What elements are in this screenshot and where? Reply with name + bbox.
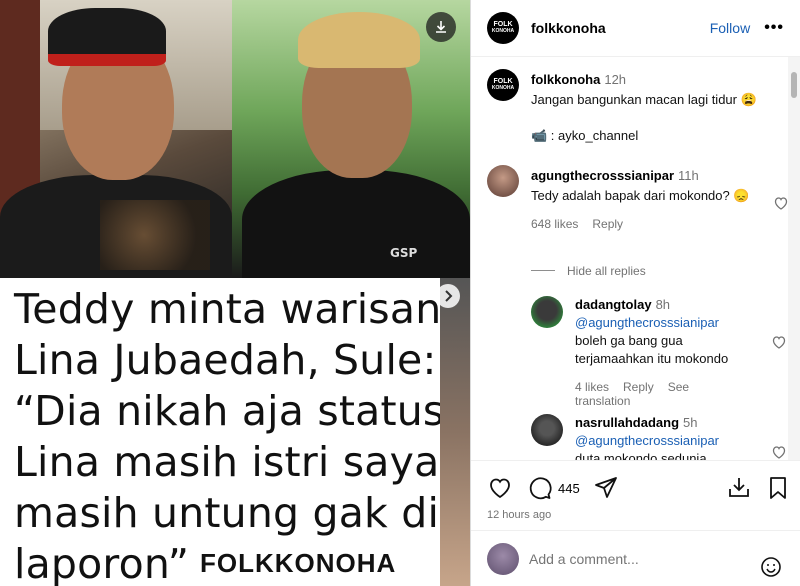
current-user-avatar[interactable] [487,543,519,575]
reply-username[interactable]: dadangtolay [575,297,652,312]
next-slide-button[interactable] [436,284,460,308]
caption-avatar[interactable]: FOLK KONOHA [487,69,519,101]
emoji-icon[interactable] [760,556,782,578]
post-media[interactable]: GSP Teddy minta warisan Lina Jubaedah, S… [0,0,470,586]
reply-avatar[interactable] [531,296,563,328]
comment-reply-button[interactable]: Reply [592,217,623,231]
like-heart-icon[interactable] [773,195,789,211]
add-comment-input[interactable] [529,547,729,571]
save-download-icon[interactable] [726,475,752,501]
comment-count: 445 [558,481,580,496]
commenter-avatar[interactable] [487,165,519,197]
action-bar: 445 12 hours ago [471,460,800,530]
comment-icon[interactable] [527,475,553,501]
reply-likes[interactable]: 4 likes [575,380,609,394]
post-header: FOLK KONOHA folkkonoha Follow ••• [471,0,800,57]
caption-text: Teddy minta warisan Lina Jubaedah, Sule:… [14,285,453,586]
account-avatar[interactable]: FOLK KONOHA [487,12,519,44]
share-icon[interactable] [593,475,619,501]
video-credit: 📹 : ayko_channel [531,128,639,143]
follow-button[interactable]: Follow [710,20,750,36]
post-modal: GSP Teddy minta warisan Lina Jubaedah, S… [0,0,800,586]
brand-watermark: FOLKKONOHA [200,548,397,578]
shirt-logo: GSP [390,246,418,260]
caption-username[interactable]: folkkonoha [531,72,600,87]
reply-text: duta mokondo sedunia [575,451,707,460]
caption-body: Jangan bangunkan macan lagi tidur 😩 [531,92,757,107]
reply-mention[interactable]: @agungthecrosssianipar [575,314,755,332]
reply-mention[interactable]: @agungthecrosssianipar [575,432,755,450]
comments-list[interactable]: FOLK KONOHA folkkonoha 12h Jangan bangunk… [471,57,789,460]
comments-panel: FOLK KONOHA folkkonoha Follow ••• FOLK K… [470,0,800,586]
more-options-button[interactable]: ••• [764,19,784,37]
scrollbar-thumb[interactable] [791,72,797,98]
reply-reply-button[interactable]: Reply [623,380,654,394]
photo-teddy [0,0,232,280]
bookmark-icon[interactable] [765,475,791,501]
photo-sule: GSP [232,0,470,280]
caption-overlay: Teddy minta warisan Lina Jubaedah, Sule:… [0,278,470,586]
download-icon[interactable] [426,12,456,42]
hide-replies-button[interactable]: Hide all replies [567,264,646,278]
reply-text: boleh ga bang gua terjamaahkan itu mokon… [575,333,729,366]
like-heart-icon[interactable] [771,334,787,350]
comment-text: Tedy adalah bapak dari mokondo? 😞 [531,188,750,203]
like-icon[interactable] [487,475,513,501]
account-username[interactable]: folkkonoha [531,20,606,36]
add-comment-bar [471,530,800,586]
comment-likes[interactable]: 648 likes [531,217,578,231]
comments-scrollbar[interactable] [788,57,800,460]
caption-time: 12h [604,72,627,87]
like-heart-icon[interactable] [771,444,787,460]
reply-username[interactable]: nasrullahdadang [575,415,679,430]
reply-avatar[interactable] [531,414,563,446]
posted-time: 12 hours ago [487,509,552,521]
comment-username[interactable]: agungthecrosssianipar [531,168,674,183]
